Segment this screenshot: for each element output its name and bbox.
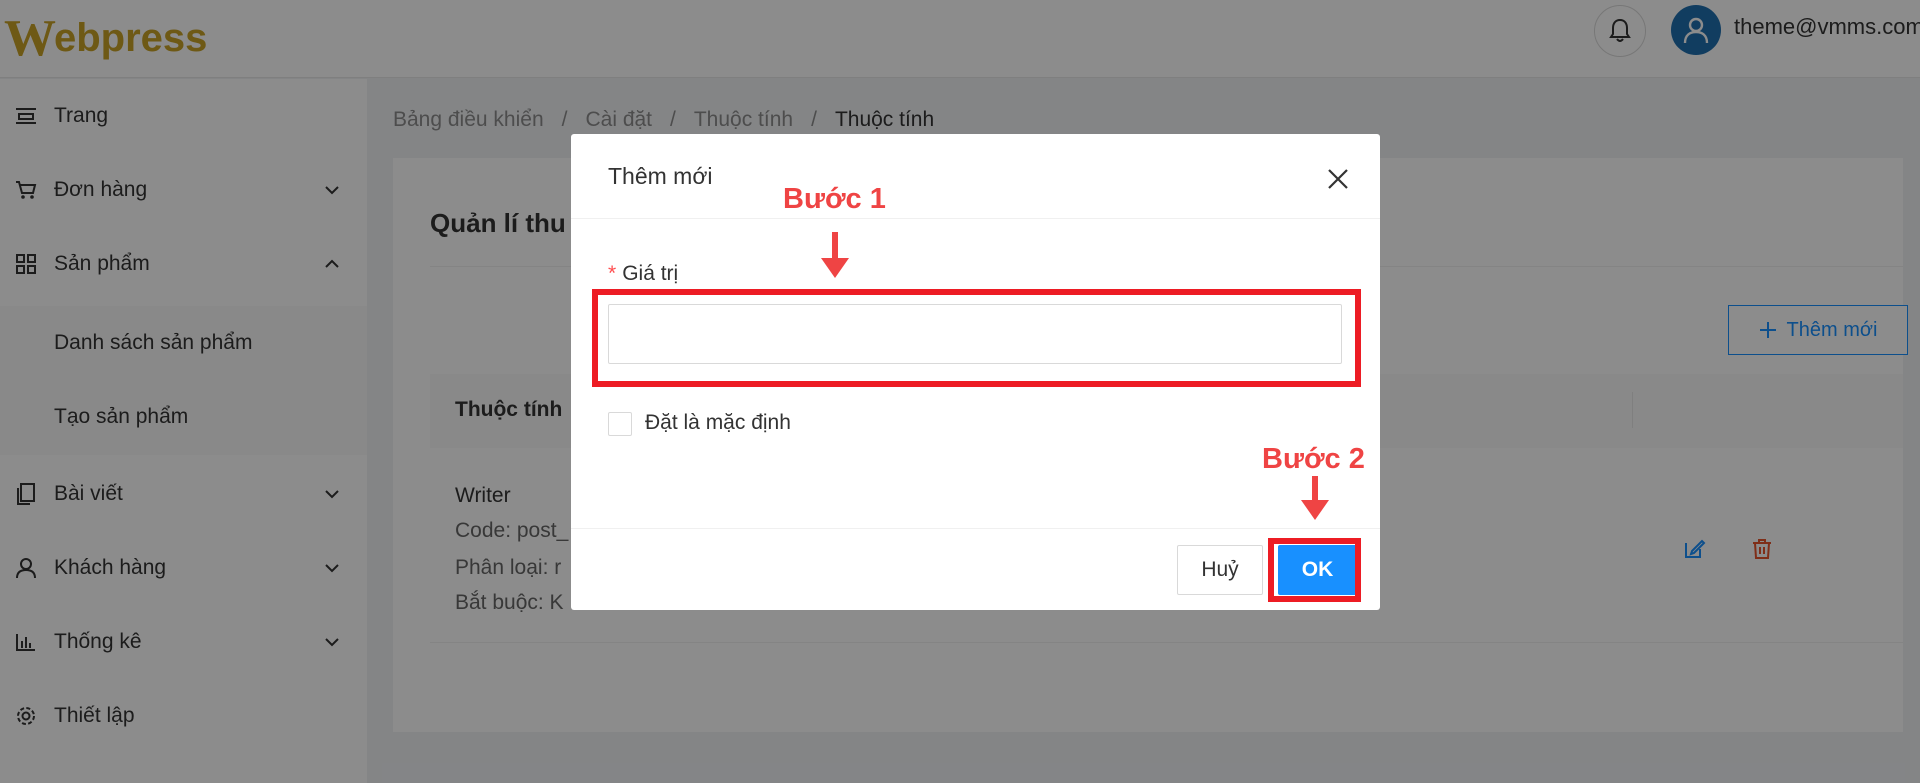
modal-footer-divider	[571, 528, 1380, 529]
step2-arrow-icon	[1301, 476, 1329, 520]
value-field-label: * Giá trị	[608, 262, 678, 286]
value-field-label-text: Giá trị	[622, 262, 679, 285]
required-mark: *	[608, 262, 617, 285]
step1-highlight-box	[592, 289, 1361, 387]
modal-title: Thêm mới	[608, 163, 713, 189]
modal-header-divider	[571, 218, 1380, 219]
close-icon	[1328, 169, 1348, 189]
step2-highlight-box	[1268, 538, 1361, 602]
cancel-button[interactable]: Huỷ	[1177, 545, 1263, 595]
step1-annotation: Bước 1	[783, 183, 886, 215]
default-checkbox-label[interactable]: Đặt là mặc định	[645, 411, 791, 435]
step1-arrow-icon	[821, 232, 849, 278]
step2-annotation: Bước 2	[1262, 443, 1365, 475]
close-button[interactable]	[1323, 164, 1353, 194]
default-checkbox[interactable]	[608, 412, 632, 436]
